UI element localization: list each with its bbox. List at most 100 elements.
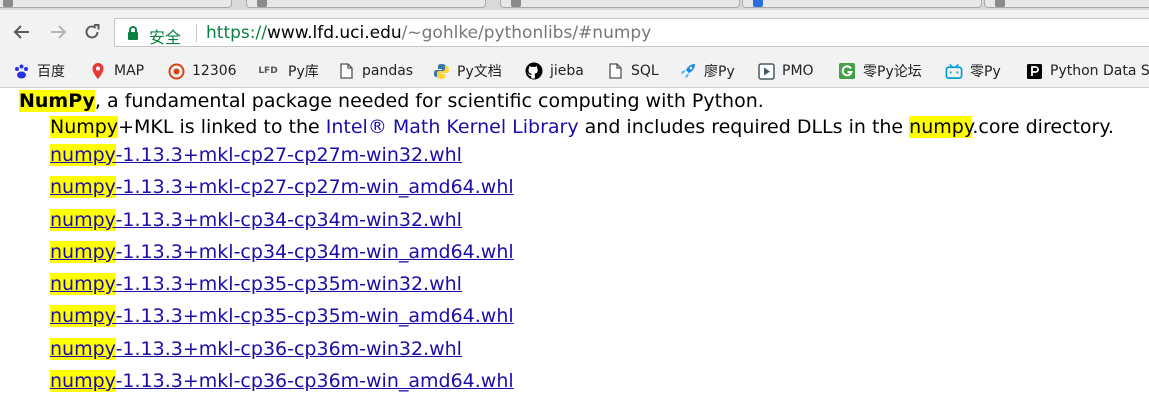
browser-tab[interactable] — [984, 0, 1149, 8]
g-icon — [838, 62, 856, 80]
package-name[interactable]: NumPy — [19, 90, 95, 112]
link-highlight: numpy — [50, 305, 116, 328]
bookmark-pmo[interactable]: PMO — [757, 59, 814, 83]
bookmarks-bar: 百度 MAP 12306 LFD Py库 pandas Py文档 jieba S… — [0, 54, 1149, 88]
wheel-file-list: numpy-1.13.3+mkl-cp27-cp27m-win32.whl nu… — [50, 144, 514, 402]
link-highlight: numpy — [50, 144, 116, 166]
package-heading: NumPy, a fundamental package needed for … — [19, 90, 764, 112]
mkl-link[interactable]: Intel® Math Kernel Library — [326, 116, 579, 138]
bookmark-label: Py库 — [288, 64, 319, 80]
link-highlight: numpy — [50, 240, 116, 263]
browser-tab[interactable] — [246, 0, 486, 8]
wheel-download-link[interactable]: numpy-1.13.3+mkl-cp36-cp36m-win32.whl — [50, 337, 462, 360]
url-host: www.lfd.uci.edu — [266, 23, 402, 43]
link-text: -1.13.3+mkl-cp27-cp27m-win_amd64.whl — [115, 176, 514, 199]
browser-tab[interactable] — [500, 0, 740, 8]
link-highlight: numpy — [50, 208, 116, 231]
reload-button[interactable] — [78, 18, 106, 46]
wheel-download-link[interactable]: numpy-1.13.3+mkl-cp35-cp35m-win32.whl — [50, 273, 462, 296]
link-text: -1.13.3+mkl-cp34-cp34m-win32.whl — [115, 208, 462, 231]
bookmark-map[interactable]: MAP — [89, 59, 144, 83]
list-item: numpy-1.13.3+mkl-cp35-cp35m-win_amd64.wh… — [50, 305, 514, 337]
bookmark-jieba[interactable]: jieba — [525, 59, 584, 83]
tab-strip — [0, 0, 1149, 10]
bookmark-label: 廖Py — [704, 64, 735, 80]
bookmark-zero-py[interactable]: 零Py — [945, 59, 1001, 83]
bookmark-12306[interactable]: 12306 — [167, 59, 237, 83]
list-item: numpy-1.13.3+mkl-cp27-cp27m-win32.whl — [50, 144, 514, 176]
tab-favicon-icon — [753, 0, 763, 7]
address-bar[interactable]: 安全 https://www.lfd.uci.edu/~gohlke/pytho… — [114, 18, 1149, 47]
bookmark-pandas[interactable]: pandas — [337, 59, 413, 83]
secure-label[interactable]: 安全 — [149, 24, 181, 48]
python-icon — [432, 62, 450, 80]
package-description: Numpy+MKL is linked to the Intel® Math K… — [50, 116, 1114, 138]
bookmark-label: Python Data S — [1050, 63, 1149, 79]
bookmark-label: 零Py论坛 — [863, 64, 922, 80]
browser-tab[interactable] — [0, 0, 232, 8]
bookmark-label: MAP — [114, 63, 145, 79]
link-highlight: numpy — [50, 370, 116, 393]
bookmark-label: PMO — [782, 63, 814, 79]
reload-icon — [85, 24, 100, 39]
bookmark-py-lib[interactable]: LFD Py库 — [255, 59, 319, 83]
wheel-download-link[interactable]: numpy-1.13.3+mkl-cp35-cp35m-win_amd64.wh… — [50, 305, 514, 328]
bookmark-baidu[interactable]: 百度 — [12, 59, 65, 83]
tab-favicon-icon — [995, 0, 1005, 7]
wheel-download-link[interactable]: numpy-1.13.3+mkl-cp36-cp36m-win_amd64.wh… — [50, 370, 514, 393]
rocket-icon — [679, 62, 697, 80]
bookmark-liao-py[interactable]: 廖Py — [679, 59, 735, 83]
url-path: /~gohlke/pythonlibs/#numpy — [401, 23, 652, 43]
bookmark-label: 零Py — [970, 64, 1001, 80]
bookmark-zero-py-forum[interactable]: 零Py论坛 — [838, 59, 922, 83]
url-scheme: https:// — [206, 23, 267, 43]
bookmark-sql[interactable]: SQL — [606, 59, 659, 83]
wheel-download-link[interactable]: numpy-1.13.3+mkl-cp27-cp27m-win32.whl — [50, 144, 462, 166]
list-item: numpy-1.13.3+mkl-cp34-cp34m-win_amd64.wh… — [50, 240, 514, 273]
bookmark-python-data-science[interactable]: Python Data S — [1025, 59, 1149, 83]
bookmark-py-docs[interactable]: Py文档 — [432, 59, 502, 83]
page-icon — [606, 62, 624, 80]
baidu-paw-icon — [12, 62, 30, 80]
wheel-download-link[interactable]: numpy-1.13.3+mkl-cp27-cp27m-win_amd64.wh… — [50, 176, 514, 199]
p-square-icon — [1025, 62, 1043, 80]
wheel-download-link[interactable]: numpy-1.13.3+mkl-cp34-cp34m-win32.whl — [50, 208, 462, 231]
map-pin-icon — [89, 62, 107, 80]
bookmark-label: 百度 — [37, 64, 65, 80]
address-divider — [196, 24, 197, 42]
back-arrow-icon — [13, 25, 29, 39]
bookmark-label: SQL — [631, 63, 659, 79]
link-text: -1.13.3+mkl-cp27-cp27m-win32.whl — [115, 144, 462, 166]
package-summary: , a fundamental package needed for scien… — [94, 90, 764, 112]
desc-text: .core directory. — [972, 116, 1114, 138]
wheel-download-link[interactable]: numpy-1.13.3+mkl-cp34-cp34m-win_amd64.wh… — [50, 240, 514, 263]
page-content: NumPy, a fundamental package needed for … — [0, 88, 1149, 412]
back-button[interactable] — [8, 18, 36, 46]
play-icon — [757, 62, 775, 80]
tab-favicon-icon — [3, 0, 13, 7]
desc-text: +MKL is linked to the — [118, 116, 326, 138]
list-item: numpy-1.13.3+mkl-cp36-cp36m-win32.whl — [50, 337, 514, 370]
link-text: -1.13.3+mkl-cp36-cp36m-win32.whl — [115, 337, 462, 360]
lock-icon[interactable] — [127, 26, 139, 46]
link-text: -1.13.3+mkl-cp34-cp34m-win_amd64.whl — [115, 240, 514, 263]
desc-name: Numpy — [50, 116, 119, 138]
forward-button[interactable] — [44, 18, 72, 46]
list-item: numpy-1.13.3+mkl-cp34-cp34m-win32.whl — [50, 208, 514, 241]
list-item: numpy-1.13.3+mkl-cp35-cp35m-win32.whl — [50, 273, 514, 305]
url-text[interactable]: https://www.lfd.uci.edu/~gohlke/pythonli… — [206, 23, 651, 43]
lfd-icon: LFD — [258, 66, 278, 76]
railway-icon — [167, 62, 185, 80]
browser-tab[interactable] — [742, 0, 982, 8]
bookmark-label: Py文档 — [457, 64, 502, 80]
list-item: numpy-1.13.3+mkl-cp36-cp36m-win_amd64.wh… — [50, 370, 514, 402]
tab-favicon-icon — [257, 0, 267, 7]
page-icon — [337, 62, 355, 80]
link-highlight: numpy — [50, 273, 116, 296]
forward-arrow-icon — [51, 25, 67, 39]
browser-toolbar: 安全 https://www.lfd.uci.edu/~gohlke/pytho… — [0, 10, 1149, 54]
desc-text: and includes required DLLs in the — [578, 116, 910, 138]
bilibili-icon — [945, 62, 963, 80]
link-highlight: numpy — [50, 176, 116, 199]
tab-favicon-icon — [511, 0, 521, 7]
